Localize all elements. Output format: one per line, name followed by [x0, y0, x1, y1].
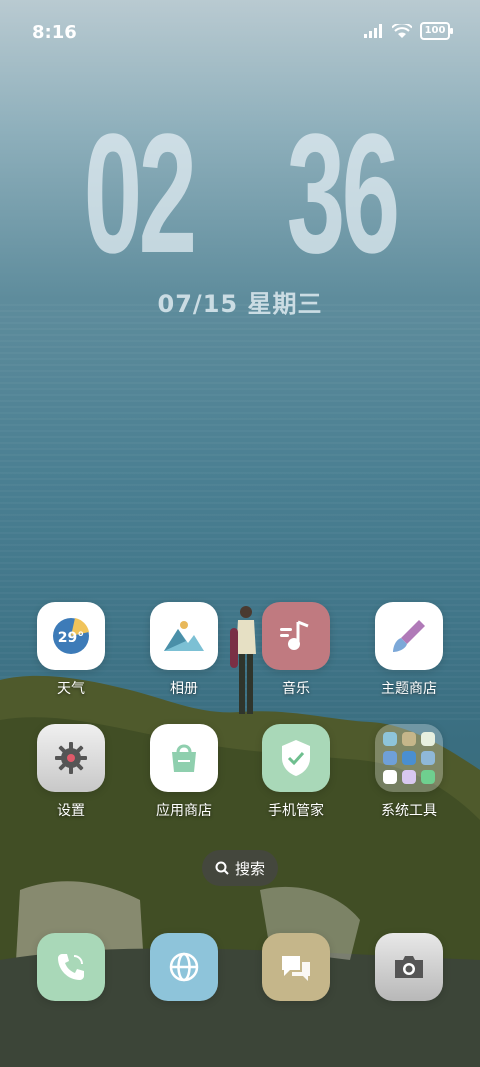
app-label: 天气 — [57, 681, 85, 697]
gallery-icon — [150, 602, 218, 670]
wifi-icon — [392, 23, 412, 38]
signal-icon — [364, 24, 382, 38]
status-time: 8:16 — [32, 22, 77, 43]
search-icon — [215, 861, 229, 875]
app-settings[interactable]: 设置 — [21, 724, 121, 820]
dock-camera[interactable] — [359, 933, 459, 1001]
clock-hours: 02 — [83, 99, 198, 289]
app-music[interactable]: 音乐 — [246, 602, 346, 698]
camera-icon — [375, 933, 443, 1001]
app-label: 应用商店 — [156, 803, 212, 819]
music-icon — [262, 602, 330, 670]
app-label: 设置 — [57, 803, 85, 819]
weather-temp: 29° — [58, 630, 84, 646]
app-folder-system-tools[interactable]: 系统工具 — [359, 724, 459, 820]
search-label: 搜索 — [234, 859, 265, 878]
app-app-store[interactable]: 应用商店 — [134, 724, 234, 820]
clock-minutes: 36 — [286, 99, 401, 289]
messages-icon — [262, 933, 330, 1001]
app-store-icon — [150, 724, 218, 792]
status-bar: 8:16 100 — [0, 0, 480, 66]
folder-icon — [375, 724, 443, 792]
app-label: 音乐 — [282, 681, 310, 697]
app-phone-manager[interactable]: 手机管家 — [246, 724, 346, 820]
dock-phone[interactable] — [21, 933, 121, 1001]
app-gallery[interactable]: 相册 — [134, 602, 234, 698]
app-label: 手机管家 — [268, 803, 324, 819]
status-icons: 100 — [364, 22, 453, 40]
phone-icon — [37, 933, 105, 1001]
app-label: 相册 — [170, 681, 198, 697]
browser-icon — [150, 933, 218, 1001]
gear-icon — [37, 724, 105, 792]
weather-icon: 29° — [37, 602, 105, 670]
app-theme-store[interactable]: 主题商店 — [359, 602, 459, 698]
theme-store-icon — [375, 602, 443, 670]
dock-browser[interactable] — [134, 933, 234, 1001]
app-label: 系统工具 — [381, 803, 437, 819]
battery-icon: 100 — [420, 22, 453, 40]
clock-widget[interactable]: 02 36 07/15 星期三 — [0, 104, 480, 319]
search-button[interactable]: 搜索 — [202, 850, 278, 886]
clock-date: 07/15 星期三 — [157, 290, 323, 318]
dock-messages[interactable] — [246, 933, 346, 1001]
app-label: 主题商店 — [381, 681, 437, 697]
shield-icon — [262, 724, 330, 792]
app-weather[interactable]: 29° 天气 — [21, 602, 121, 698]
